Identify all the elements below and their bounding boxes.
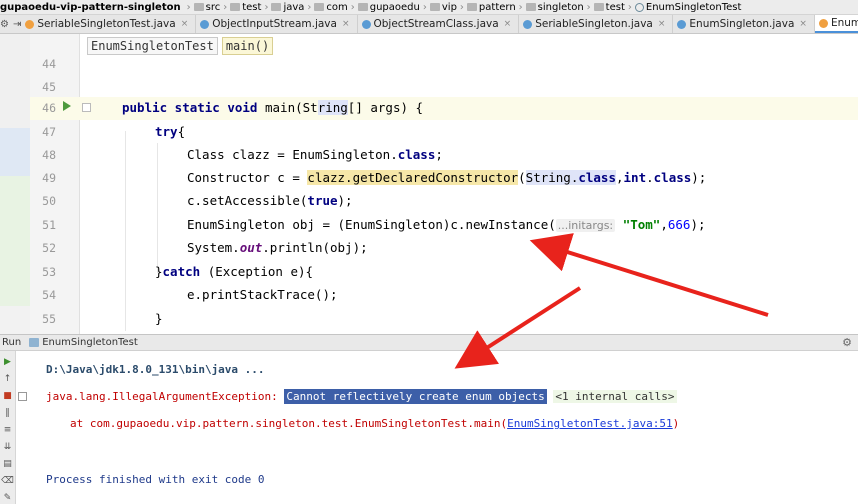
close-icon[interactable]: × (799, 19, 807, 29)
breadcrumb-separator: › (264, 1, 269, 13)
fold-icon[interactable] (82, 103, 91, 112)
project-tool-strip (0, 34, 30, 334)
console-output[interactable]: D:\Java\jdk1.8.0_131\bin\java ... java.l… (16, 351, 858, 504)
run-config-tab[interactable]: EnumSingletonTest (29, 337, 138, 348)
stack-trace-link[interactable]: EnumSingletonTest.java:51 (507, 417, 673, 430)
folder-icon (314, 3, 325, 11)
close-icon[interactable]: × (181, 19, 189, 29)
folder-icon (230, 3, 241, 11)
tab-seriable-singleton-test[interactable]: SeriableSingletonTest.java × (21, 15, 197, 33)
gear-icon[interactable]: ⚙ (0, 19, 9, 30)
code-line: 51 EnumSingleton obj = (EnumSingleton)c.… (42, 217, 706, 232)
breadcrumb-class[interactable]: EnumSingletonTest (634, 2, 741, 13)
console-finished: Process finished with exit code 0 (46, 473, 265, 486)
run-config-icon (29, 338, 40, 347)
breadcrumb-separator: › (350, 1, 355, 13)
gear-icon[interactable]: ⚙ (842, 336, 852, 349)
run-panel-header: Run EnumSingletonTest ⚙ (0, 334, 858, 351)
breadcrumb-separator: › (223, 1, 228, 13)
close-icon[interactable]: × (504, 19, 512, 29)
breadcrumb-project[interactable]: gupaoedu-vip-pattern-singleton (0, 2, 181, 13)
soft-wrap-icon[interactable]: ≡ (1, 423, 14, 436)
code-line: 49 Constructor c = clazz.getDeclaredCons… (42, 170, 707, 185)
breadcrumb-test-package[interactable]: test (593, 2, 625, 13)
class-icon (634, 2, 644, 12)
code-line: 50 c.setAccessible(true); (42, 193, 353, 208)
code-editor[interactable]: EnumSingletonTest main() 44 45 46 public… (0, 34, 858, 334)
breadcrumb-src[interactable]: src (193, 2, 220, 13)
tab-enum-singleton-test[interactable]: EnumSingletonTest.java× (814, 15, 858, 33)
close-icon[interactable]: × (342, 19, 350, 29)
editor-tab-bar: ⚙ ⇥ SeriableSingletonTest.java × ObjectIn… (0, 15, 858, 34)
java-class-icon (25, 19, 35, 29)
breadcrumb-separator: › (627, 1, 632, 13)
pause-icon[interactable]: ‖ (1, 406, 14, 419)
java-class-icon (523, 19, 533, 29)
internal-calls-fold[interactable]: <1 internal calls> (553, 390, 677, 403)
breadcrumb-separator: › (422, 1, 427, 13)
clear-icon[interactable]: ⌫ (1, 474, 14, 487)
code-line-current: 46 public static void main(String[] args… (30, 97, 858, 120)
folder-icon (357, 3, 368, 11)
expand-icon[interactable] (18, 392, 27, 401)
parameter-hint: ...initargs: (555, 219, 616, 232)
run-toolbar: ▶ ↑ ■ ‖ ≡ ⇊ ▤ ⌫ ✎ (0, 351, 16, 504)
code-line: 44 (42, 57, 56, 71)
code-line: 47 try{ (42, 124, 186, 139)
breadcrumb-separator: › (586, 1, 591, 13)
tab-object-input-stream[interactable]: ObjectInputStream.java × (196, 15, 358, 33)
folder-icon (525, 3, 536, 11)
breadcrumb-separator: › (518, 1, 523, 13)
folder-icon (271, 3, 282, 11)
folder-icon (193, 3, 204, 11)
java-class-icon (361, 19, 371, 29)
code-line: 48 Class clazz = EnumSingleton.class; (42, 147, 443, 162)
breadcrumb-separator: › (186, 1, 191, 13)
folder-icon (466, 3, 477, 11)
console-command: D:\Java\jdk1.8.0_131\bin\java ... (46, 363, 265, 376)
collapse-icon[interactable]: ⇥ (13, 19, 21, 30)
breadcrumb-gupaoedu[interactable]: gupaoedu (357, 2, 420, 13)
run-gutter-icon[interactable] (63, 101, 71, 111)
breadcrumb-vip[interactable]: vip (429, 2, 457, 13)
tab-enum-singleton[interactable]: EnumSingleton.java × (673, 15, 815, 33)
selected-error-message[interactable]: Cannot reflectively create enum objects (284, 389, 547, 404)
scroll-end-icon[interactable]: ⇊ (1, 440, 14, 453)
folder-icon (593, 3, 604, 11)
rerun-icon[interactable]: ▶ (1, 355, 14, 368)
console-exception-line: java.lang.IllegalArgumentException: Cann… (46, 389, 677, 404)
breadcrumb-com[interactable]: com (314, 2, 348, 13)
java-class-icon (200, 19, 210, 29)
pin-icon[interactable]: ✎ (1, 491, 14, 504)
navigation-breadcrumb: gupaoedu-vip-pattern-singleton › src › t… (0, 0, 858, 15)
breadcrumb-pattern[interactable]: pattern (466, 2, 516, 13)
up-arrow-icon[interactable]: ↑ (1, 372, 14, 385)
code-line: 52 System.out.println(obj); (42, 240, 368, 255)
close-icon[interactable]: × (658, 19, 666, 29)
folder-icon (429, 3, 440, 11)
stop-icon[interactable]: ■ (1, 389, 14, 402)
breadcrumb-test[interactable]: test (230, 2, 261, 13)
run-panel-title[interactable]: Run (2, 337, 21, 348)
tab-tools: ⚙ ⇥ (0, 15, 21, 33)
code-line: 53 }catch (Exception e){ (42, 264, 314, 279)
breadcrumb-separator: › (307, 1, 312, 13)
breadcrumb-separator: › (459, 1, 464, 13)
tab-seriable-singleton[interactable]: SeriableSingleton.java × (519, 15, 674, 33)
java-class-icon (677, 19, 687, 29)
print-icon[interactable]: ▤ (1, 457, 14, 470)
breadcrumb-java[interactable]: java (271, 2, 304, 13)
console-stack-line: at com.gupaoedu.vip.pattern.singleton.te… (70, 417, 680, 430)
tab-object-stream-class[interactable]: ObjectStreamClass.java × (358, 15, 520, 33)
java-class-icon (818, 18, 828, 28)
breadcrumb-singleton[interactable]: singleton (525, 2, 584, 13)
code-line: 45 (42, 80, 56, 94)
code-line: 54 e.printStackTrace(); (42, 287, 338, 302)
code-line: 55 } (42, 311, 163, 326)
